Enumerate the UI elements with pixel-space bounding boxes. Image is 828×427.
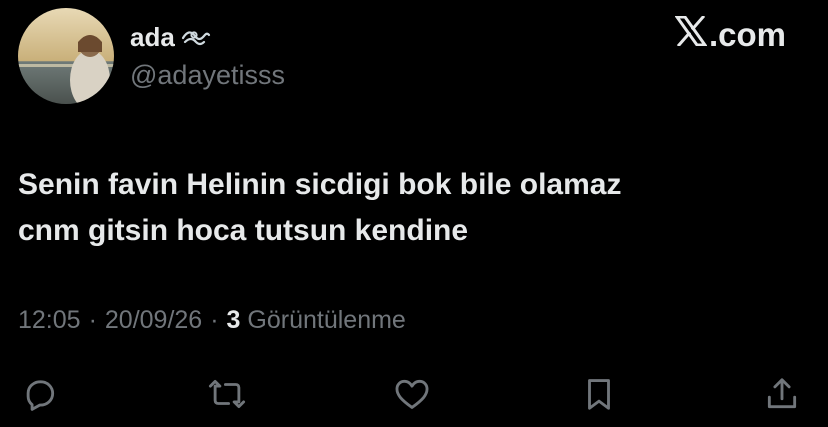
- x-logo-icon: [674, 14, 708, 54]
- tweet-meta: 12:05 · 20/09/26 · 3 Görüntülenme: [18, 306, 406, 335]
- retweet-icon: [208, 379, 246, 409]
- user-avatar[interactable]: [18, 8, 114, 104]
- tweet-text: Senin favin Helinin sicdigi bok bile ola…: [18, 162, 798, 254]
- like-button[interactable]: [390, 372, 434, 416]
- reply-button[interactable]: [18, 372, 62, 416]
- views-count: 3: [226, 306, 241, 334]
- retweet-button[interactable]: [205, 372, 249, 416]
- meta-separator: ·: [88, 306, 97, 334]
- avatar-photo: [18, 8, 114, 104]
- author-display-name[interactable]: ada: [130, 22, 175, 53]
- wave-emoji-icon: [181, 24, 211, 51]
- author-name-row: ada: [130, 22, 211, 53]
- tweet-date[interactable]: 20/09/26: [105, 306, 202, 335]
- tweet-text-line: cnm gitsin hoca tutsun kendine: [18, 214, 469, 247]
- meta-separator: ·: [210, 306, 219, 334]
- share-icon: [767, 378, 797, 409]
- tweet-actions: [0, 372, 828, 416]
- reply-icon: [26, 380, 55, 411]
- bookmark-button[interactable]: [577, 372, 621, 416]
- views-label: Görüntülenme: [247, 306, 406, 334]
- share-button[interactable]: [760, 372, 804, 416]
- author-handle[interactable]: @adayetisss: [130, 60, 285, 91]
- bookmark-icon: [588, 379, 610, 410]
- tweet-text-line: Senin favin Helinin sicdigi bok bile ola…: [18, 168, 622, 201]
- tweet-time[interactable]: 12:05: [18, 306, 81, 335]
- brand-watermark: .com: [674, 14, 786, 54]
- like-icon: [395, 379, 429, 409]
- brand-label: .com: [708, 16, 786, 53]
